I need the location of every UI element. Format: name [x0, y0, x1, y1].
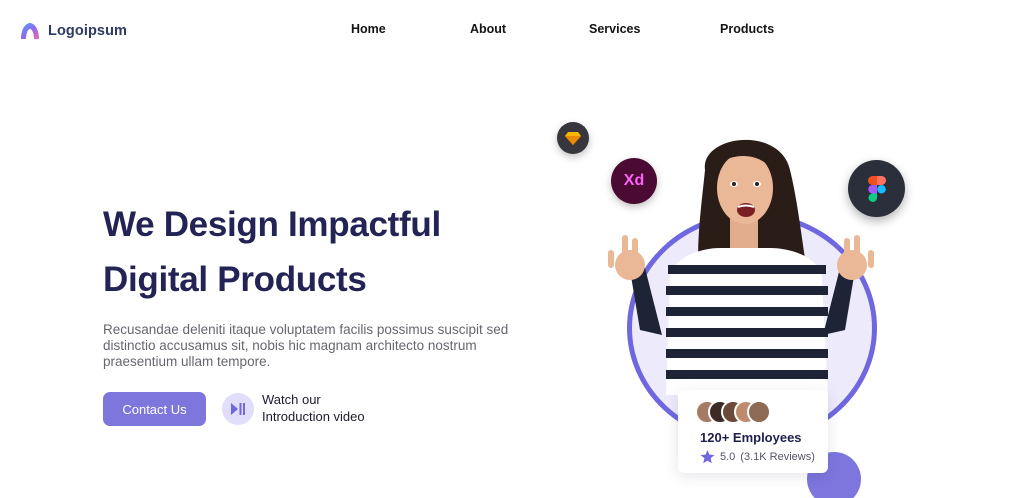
reviews-count: (3.1K Reviews)	[740, 451, 815, 463]
main-nav: Home About Services Products	[0, 22, 1024, 40]
sketch-icon	[565, 132, 581, 145]
contact-us-button[interactable]: Contact Us	[103, 392, 206, 426]
video-caption-line-2: Introduction video	[262, 408, 365, 424]
play-button[interactable]	[222, 392, 254, 425]
figma-app-badge	[848, 160, 905, 217]
avatar-group	[695, 400, 775, 424]
employees-count: 120+ Employees	[700, 430, 802, 445]
hero-title-line-1: We Design Impactful	[103, 205, 441, 244]
figma-icon	[867, 175, 886, 202]
nav-about[interactable]: About	[470, 22, 506, 36]
adobe-xd-badge: Xd	[611, 158, 657, 204]
hero-title: We Design Impactful Digital Products	[103, 197, 563, 307]
avatar	[747, 400, 771, 424]
play-pause-icon	[231, 402, 245, 415]
watch-video-link[interactable]: Watch our Introduction video	[222, 392, 365, 425]
hero-description: Recusandae deleniti itaque voluptatem fa…	[103, 322, 509, 369]
star-icon	[700, 450, 715, 464]
nav-home[interactable]: Home	[351, 22, 386, 36]
hero-title-line-2: Digital Products	[103, 260, 367, 299]
rating: 5.0 (3.1K Reviews)	[700, 450, 815, 464]
nav-services[interactable]: Services	[589, 22, 640, 36]
rating-score: 5.0	[720, 451, 736, 463]
video-caption: Watch our Introduction video	[262, 392, 365, 425]
sketch-app-badge	[557, 122, 589, 154]
employees-card: 120+ Employees 5.0 (3.1K Reviews)	[678, 390, 828, 473]
video-caption-line-1: Watch our	[262, 392, 321, 407]
adobe-xd-icon: Xd	[623, 172, 645, 189]
nav-products[interactable]: Products	[720, 22, 774, 36]
